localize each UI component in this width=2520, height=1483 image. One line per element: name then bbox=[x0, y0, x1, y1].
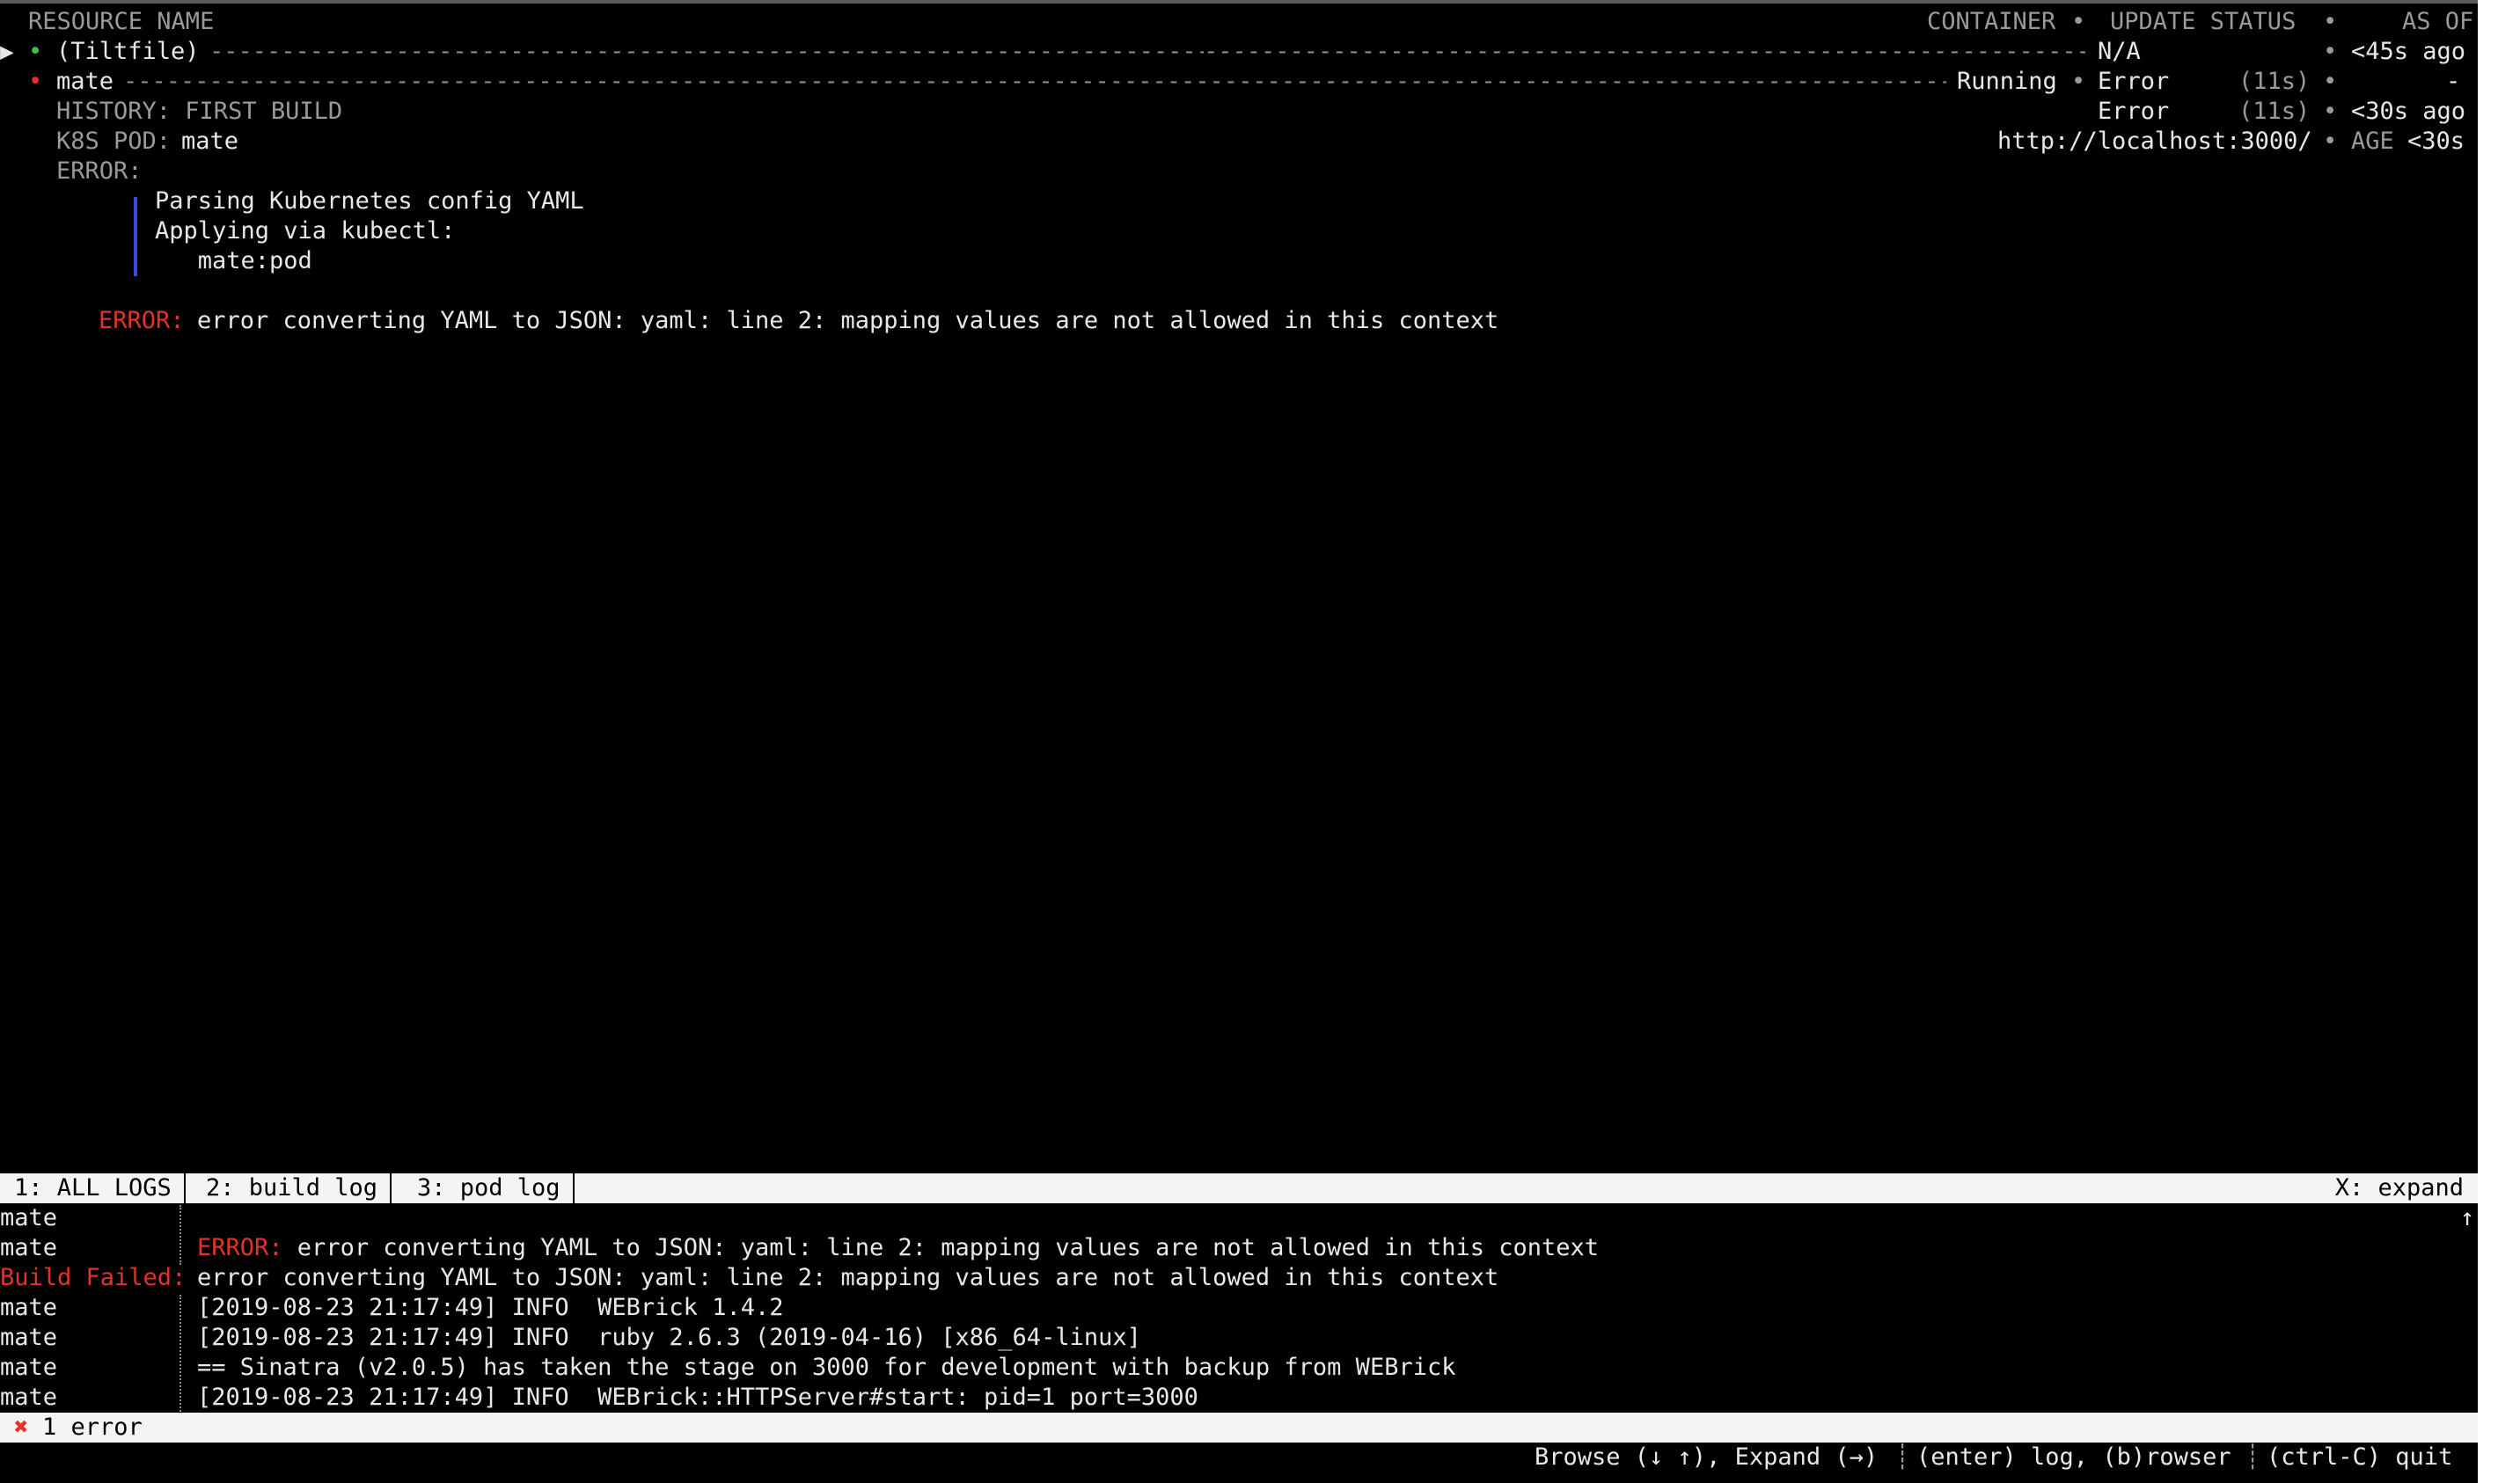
row-leader-dashes-2: ----------------------------------------… bbox=[1066, 68, 1946, 95]
error-prefix: ERROR: bbox=[99, 307, 185, 334]
resource-name: (Tiltfile) bbox=[56, 38, 200, 65]
bullet: • bbox=[2323, 98, 2338, 125]
log-source: mate bbox=[0, 1354, 58, 1381]
header-as-of: AS OF bbox=[2402, 8, 2474, 35]
tab-all-logs[interactable]: 1: ALL LOGS bbox=[0, 1173, 186, 1203]
log-tab-bar: 1: ALL LOGS 2: build log 3: pod log X: e… bbox=[0, 1173, 2478, 1203]
hint-log-browser: (enter) log, (b)rowser bbox=[1916, 1443, 2231, 1471]
log-source: mate bbox=[0, 1234, 58, 1261]
scroll-up-arrow-icon[interactable]: ↑ bbox=[2460, 1203, 2474, 1233]
age-label: AGE bbox=[2351, 128, 2394, 155]
header-bullet: • bbox=[2071, 8, 2086, 35]
window-top-border bbox=[0, 0, 2520, 4]
error-status-bar: ✖ 1 error bbox=[0, 1413, 2478, 1443]
hint-separator: ┊ bbox=[1895, 1443, 1910, 1471]
pod-label: K8S POD: bbox=[56, 128, 172, 155]
log-text: [2019-08-23 21:17:49] INFO ruby 2.6.3 (2… bbox=[197, 1324, 1141, 1351]
log-source: mate bbox=[0, 1294, 58, 1321]
age-value: <30s bbox=[2407, 128, 2465, 155]
expand-toggle[interactable]: X: expand bbox=[2335, 1173, 2464, 1203]
bullet: • bbox=[2323, 38, 2338, 65]
row-leader-dashes-2: ----------------------------------------… bbox=[1204, 38, 2085, 65]
window-right-edge bbox=[2478, 0, 2520, 1483]
error-x-icon: ✖ bbox=[14, 1414, 29, 1441]
header-update-status: UPDATE STATUS bbox=[2110, 8, 2297, 35]
resource-status: Error bbox=[2098, 68, 2170, 95]
bullet: • bbox=[2071, 68, 2086, 95]
history-duration: (11s) bbox=[2238, 98, 2311, 125]
log-source: mate bbox=[0, 1204, 58, 1231]
error-line: Applying via kubectl: bbox=[155, 217, 456, 245]
status-dot-error-icon: • bbox=[28, 68, 43, 95]
log-separator bbox=[179, 1205, 181, 1265]
log-error-prefix: ERROR: bbox=[197, 1234, 283, 1261]
log-line: ERROR: error converting YAML to JSON: ya… bbox=[197, 1233, 1599, 1263]
pod-name: mate bbox=[181, 128, 239, 155]
error-line: mate:pod bbox=[155, 247, 312, 274]
history-status: Error bbox=[2098, 98, 2170, 125]
log-text: == Sinatra (v2.0.5) has taken the stage … bbox=[197, 1354, 1456, 1381]
error-label: ERROR: bbox=[56, 157, 143, 185]
bullet: • bbox=[2323, 68, 2338, 95]
log-text: [2019-08-23 21:17:49] INFO WEBrick::HTTP… bbox=[197, 1384, 1198, 1411]
status-dot-ok-icon: • bbox=[28, 38, 43, 65]
pod-url-link[interactable]: http://localhost:3000/ bbox=[1997, 127, 2312, 157]
resource-as-of: <45s ago bbox=[2351, 38, 2466, 65]
hint-separator: ┊ bbox=[2245, 1443, 2260, 1471]
resource-container: Running bbox=[1957, 68, 2057, 95]
resource-status: N/A bbox=[2098, 38, 2141, 65]
bullet: • bbox=[2323, 128, 2338, 155]
expand-triangle-icon[interactable]: ▶ bbox=[0, 37, 14, 67]
row-leader-dashes: ----------------------------------------… bbox=[123, 68, 1066, 95]
log-separator bbox=[179, 1295, 181, 1414]
tab-pod-log[interactable]: 3: pod log bbox=[403, 1173, 575, 1203]
header-resource-name: RESOURCE NAME bbox=[28, 8, 215, 35]
error-message: error converting YAML to JSON: yaml: lin… bbox=[197, 307, 1499, 334]
error-line: Parsing Kubernetes config YAML bbox=[155, 187, 584, 215]
history-as-of: <30s ago bbox=[2351, 98, 2466, 125]
log-source: mate bbox=[0, 1384, 58, 1411]
resource-duration: (11s) bbox=[2238, 68, 2311, 95]
resource-name: mate bbox=[56, 68, 114, 95]
log-build-failed: Build Failed: bbox=[0, 1264, 187, 1291]
log-text: error converting YAML to JSON: yaml: lin… bbox=[197, 1264, 1499, 1291]
header-container: CONTAINER bbox=[1927, 8, 2056, 35]
error-count: 1 error bbox=[42, 1414, 143, 1441]
log-text: [2019-08-23 21:17:49] INFO WEBrick 1.4.2 bbox=[197, 1294, 784, 1321]
log-text: error converting YAML to JSON: yaml: lin… bbox=[282, 1234, 1600, 1261]
row-leader-dashes: ----------------------------------------… bbox=[209, 38, 1204, 65]
resource-as-of: - bbox=[2446, 68, 2461, 95]
history-label: HISTORY: FIRST BUILD bbox=[56, 98, 343, 125]
header-bullet-2: • bbox=[2323, 8, 2338, 35]
tab-build-log[interactable]: 2: build log bbox=[192, 1173, 392, 1203]
hint-quit: (ctrl-C) quit bbox=[2267, 1443, 2453, 1471]
error-block-border bbox=[134, 197, 137, 276]
hint-browse: Browse (↓ ↑), Expand (→) bbox=[1535, 1443, 1879, 1471]
log-source: mate bbox=[0, 1324, 58, 1351]
